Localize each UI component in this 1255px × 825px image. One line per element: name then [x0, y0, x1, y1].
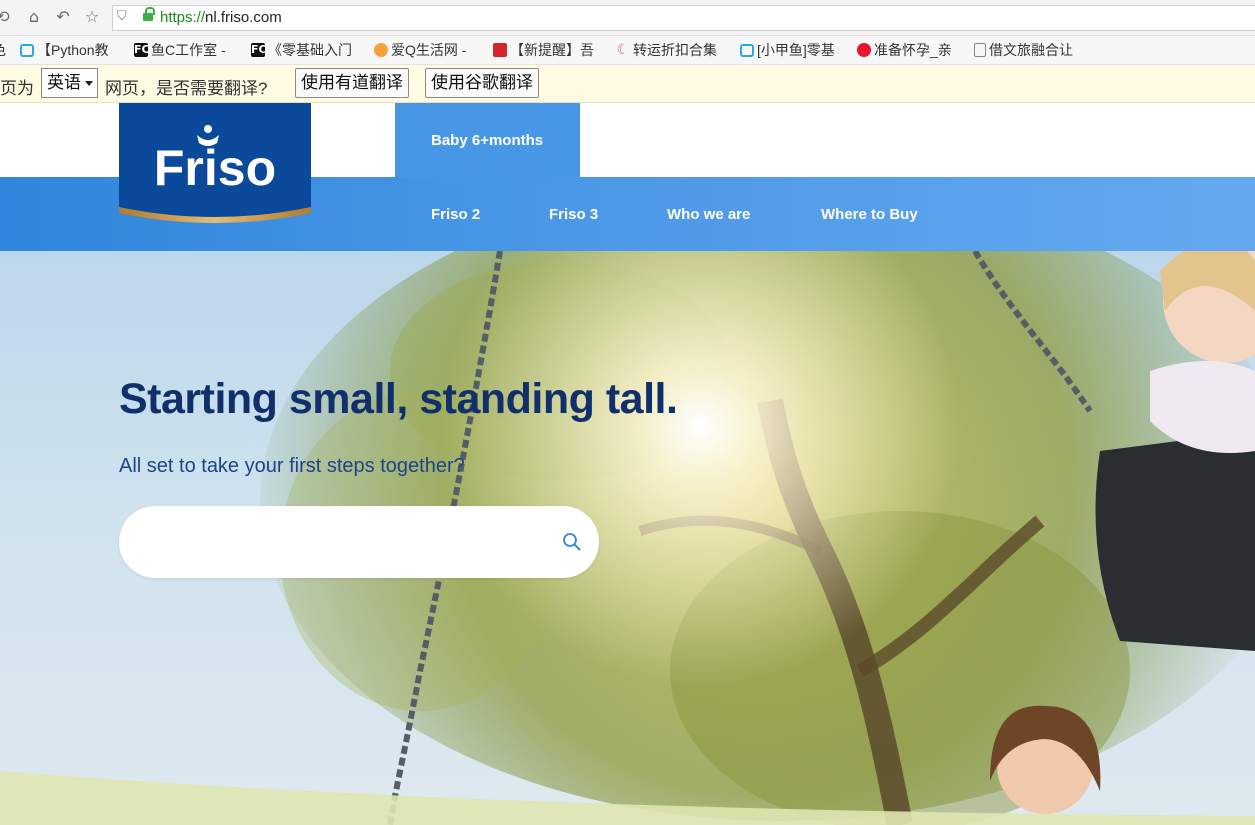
bilibili-icon [20, 43, 34, 57]
nav-item-who-we-are[interactable]: Who we are [667, 206, 750, 223]
translate-bar: 页为 英语 网页，是否需要翻译? 使用有道翻译 使用谷歌翻译 [0, 65, 1255, 103]
fc-icon: FC [251, 43, 267, 57]
translate-question: 网页，是否需要翻译? [105, 79, 268, 98]
browser-toolbar: ⟲ ⌂ ↶ ☆ ⛉ https://nl.friso.com [0, 0, 1255, 36]
nav-item-baby-6-months[interactable]: Baby 6+months [395, 103, 580, 177]
chevron-down-icon [85, 81, 93, 86]
friso-logo[interactable]: Friso [119, 103, 311, 225]
star-icon[interactable]: ☆ [83, 8, 101, 26]
address-bar[interactable]: ⛉ https://nl.friso.com [112, 5, 1255, 31]
search-input[interactable] [119, 506, 599, 578]
google-translate-button[interactable]: 使用谷歌翻译 [425, 68, 539, 98]
bookmark-item[interactable]: ☾ 转运折扣合集 [616, 41, 717, 59]
weibo-icon [857, 43, 871, 57]
undo-icon[interactable]: ↶ [54, 8, 72, 26]
shield-icon: ⛉ [117, 9, 127, 24]
page-icon [974, 43, 986, 57]
youdao-translate-button[interactable]: 使用有道翻译 [295, 68, 409, 98]
moon-icon: ☾ [616, 42, 630, 58]
bookmark-item[interactable]: [小甲鱼]零基 [740, 41, 835, 59]
back-icon[interactable]: ⟲ [0, 8, 12, 26]
bilibili-icon [740, 43, 754, 57]
bookmark-item[interactable]: 色 [0, 41, 6, 59]
bookmark-item[interactable]: 【新提醒】吾 [493, 41, 594, 59]
url-text: https://nl.friso.com [160, 9, 282, 26]
nav-item-friso-2[interactable]: Friso 2 [431, 206, 480, 223]
home-icon[interactable]: ⌂ [25, 8, 43, 26]
red-badge-icon [493, 43, 507, 57]
search-icon[interactable] [562, 532, 582, 552]
bookmark-item[interactable]: 准备怀孕_亲 [857, 41, 952, 59]
hero-title: Starting small, standing tall. [119, 375, 678, 423]
bookmark-item[interactable]: 爱Q生活网 - [374, 41, 466, 59]
mascot-icon [374, 43, 388, 57]
hero-subtitle: All set to take your first steps togethe… [119, 455, 465, 477]
bookmark-item[interactable]: FC 鱼C工作室 - [134, 41, 226, 59]
bookmarks-bar: 色 【Python教 FC鱼C工作室 - FC《零基础入门 爱Q生活网 - 【新… [0, 36, 1255, 65]
lock-icon [143, 7, 155, 21]
bookmark-item[interactable]: FC 《零基础入门 [251, 41, 352, 59]
nav-item-friso-3[interactable]: Friso 3 [549, 206, 598, 223]
language-select-value: 英语 [47, 73, 81, 92]
nav-item-label: Baby 6+months [431, 132, 544, 149]
bookmark-item[interactable]: 【Python教 [20, 41, 109, 59]
bookmark-item[interactable]: 借文旅融合让 [974, 41, 1073, 59]
language-select[interactable]: 英语 [41, 68, 98, 98]
logo-text: Friso [154, 140, 276, 196]
nav-item-where-to-buy[interactable]: Where to Buy [821, 206, 918, 223]
fc-icon: FC [134, 43, 150, 57]
translate-prefix: 页为 [0, 79, 34, 98]
